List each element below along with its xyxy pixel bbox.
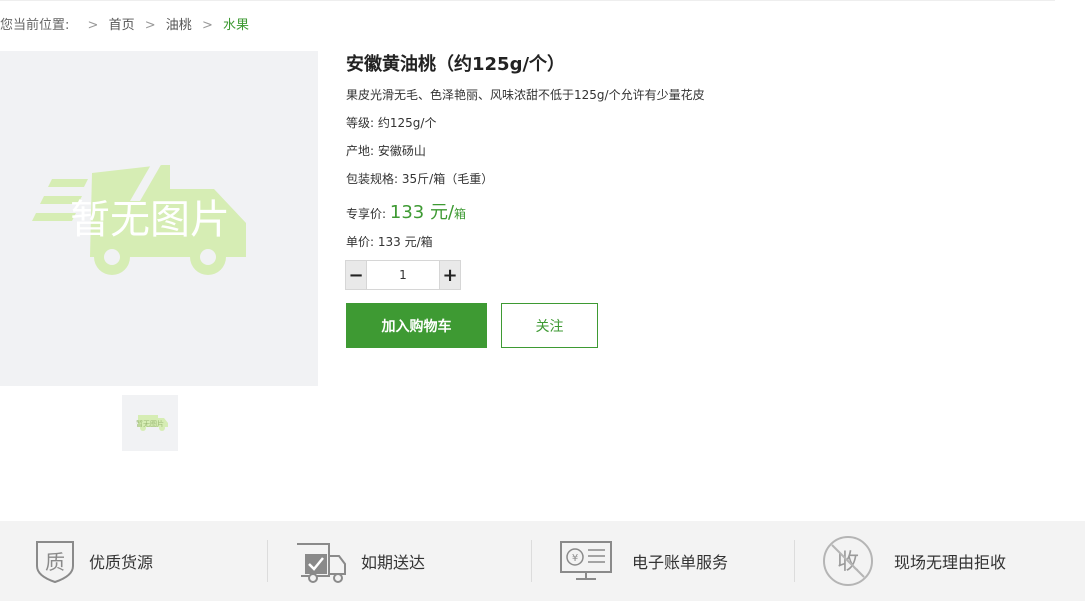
- feature-delivery: 如期送达: [293, 521, 425, 601]
- product-main-image[interactable]: 暂无图片: [0, 51, 318, 386]
- product-description: 果皮光滑无毛、色泽艳丽、风味浓甜不低于125g/个允许有少量花皮: [346, 88, 705, 102]
- special-price-unit: 箱: [454, 207, 467, 221]
- feature-divider: [531, 540, 532, 582]
- quantity-stepper: − +: [345, 260, 461, 290]
- feature-label: 现场无理由拒收: [894, 553, 1007, 572]
- unit-price-label: 单价:: [346, 235, 375, 249]
- special-price-value: 133 元/: [389, 202, 455, 223]
- quality-badge-icon: 质: [27, 533, 83, 589]
- follow-button[interactable]: 关注: [501, 303, 598, 348]
- feature-label: 如期送达: [361, 553, 426, 572]
- svg-text:¥: ¥: [572, 553, 578, 564]
- origin-label: 产地:: [346, 144, 375, 158]
- thumbnail-placeholder-icon: 暂无图片: [136, 415, 168, 431]
- feature-divider: [794, 540, 795, 582]
- feature-label: 电子账单服务: [632, 553, 729, 572]
- breadcrumb-separator: >: [144, 18, 156, 33]
- breadcrumb: 您当前位置: > 首页 > 油桃 > 水果: [0, 14, 249, 33]
- product-thumbnail[interactable]: 暂无图片: [122, 395, 178, 451]
- feature-label: 优质货源: [89, 553, 154, 572]
- breadcrumb-link-category[interactable]: 油桃: [166, 14, 192, 33]
- grade-label: 等级:: [346, 116, 375, 130]
- quantity-input[interactable]: [366, 260, 440, 290]
- delivery-truck-icon: [293, 533, 349, 589]
- reject-receipt-icon: 收: [820, 533, 876, 589]
- thumbnail-text: 暂无图片: [136, 419, 164, 428]
- breadcrumb-link-home[interactable]: 首页: [109, 14, 135, 33]
- quantity-decrease-button[interactable]: −: [345, 260, 367, 290]
- origin-value: 安徽砀山: [377, 144, 426, 158]
- pack-value: 35斤/箱（毛重）: [401, 172, 494, 186]
- product-title: 安徽黄油桃（约125g/个）: [346, 54, 566, 75]
- breadcrumb-current[interactable]: 水果: [223, 14, 249, 33]
- unit-price-value: 133 元/箱: [377, 235, 433, 249]
- placeholder-text: 暂无图片: [70, 197, 230, 243]
- breadcrumb-separator: >: [87, 18, 99, 33]
- grade-value: 约125g/个: [377, 116, 437, 130]
- add-to-cart-button[interactable]: 加入购物车: [346, 303, 487, 348]
- special-price-label: 专享价:: [346, 207, 387, 221]
- top-divider: [0, 0, 1055, 1]
- breadcrumb-separator: >: [201, 18, 213, 33]
- quantity-increase-button[interactable]: +: [439, 260, 461, 290]
- feature-ebill: ¥ 电子账单服务: [558, 521, 728, 601]
- unit-price-row: 单价: 133 元/箱: [346, 233, 433, 250]
- svg-text:质: 质: [45, 550, 65, 574]
- special-price-row: 专享价: 133 元/箱: [346, 198, 466, 224]
- service-features-bar: 质 优质货源 如期送达 ¥ 电子账单服务 收 现场无理由拒收: [0, 521, 1085, 601]
- feature-divider: [267, 540, 268, 582]
- e-bill-monitor-icon: ¥: [558, 533, 614, 589]
- feature-reject: 收 现场无理由拒收: [820, 521, 1006, 601]
- breadcrumb-prefix: 您当前位置:: [0, 18, 70, 33]
- pack-row: 包装规格: 35斤/箱（毛重）: [346, 170, 493, 187]
- grade-row: 等级: 约125g/个: [346, 114, 436, 131]
- origin-row: 产地: 安徽砀山: [346, 142, 426, 159]
- feature-quality: 质 优质货源: [27, 521, 153, 601]
- pack-label: 包装规格:: [346, 172, 399, 186]
- no-image-placeholder-icon: 暂无图片: [32, 163, 246, 275]
